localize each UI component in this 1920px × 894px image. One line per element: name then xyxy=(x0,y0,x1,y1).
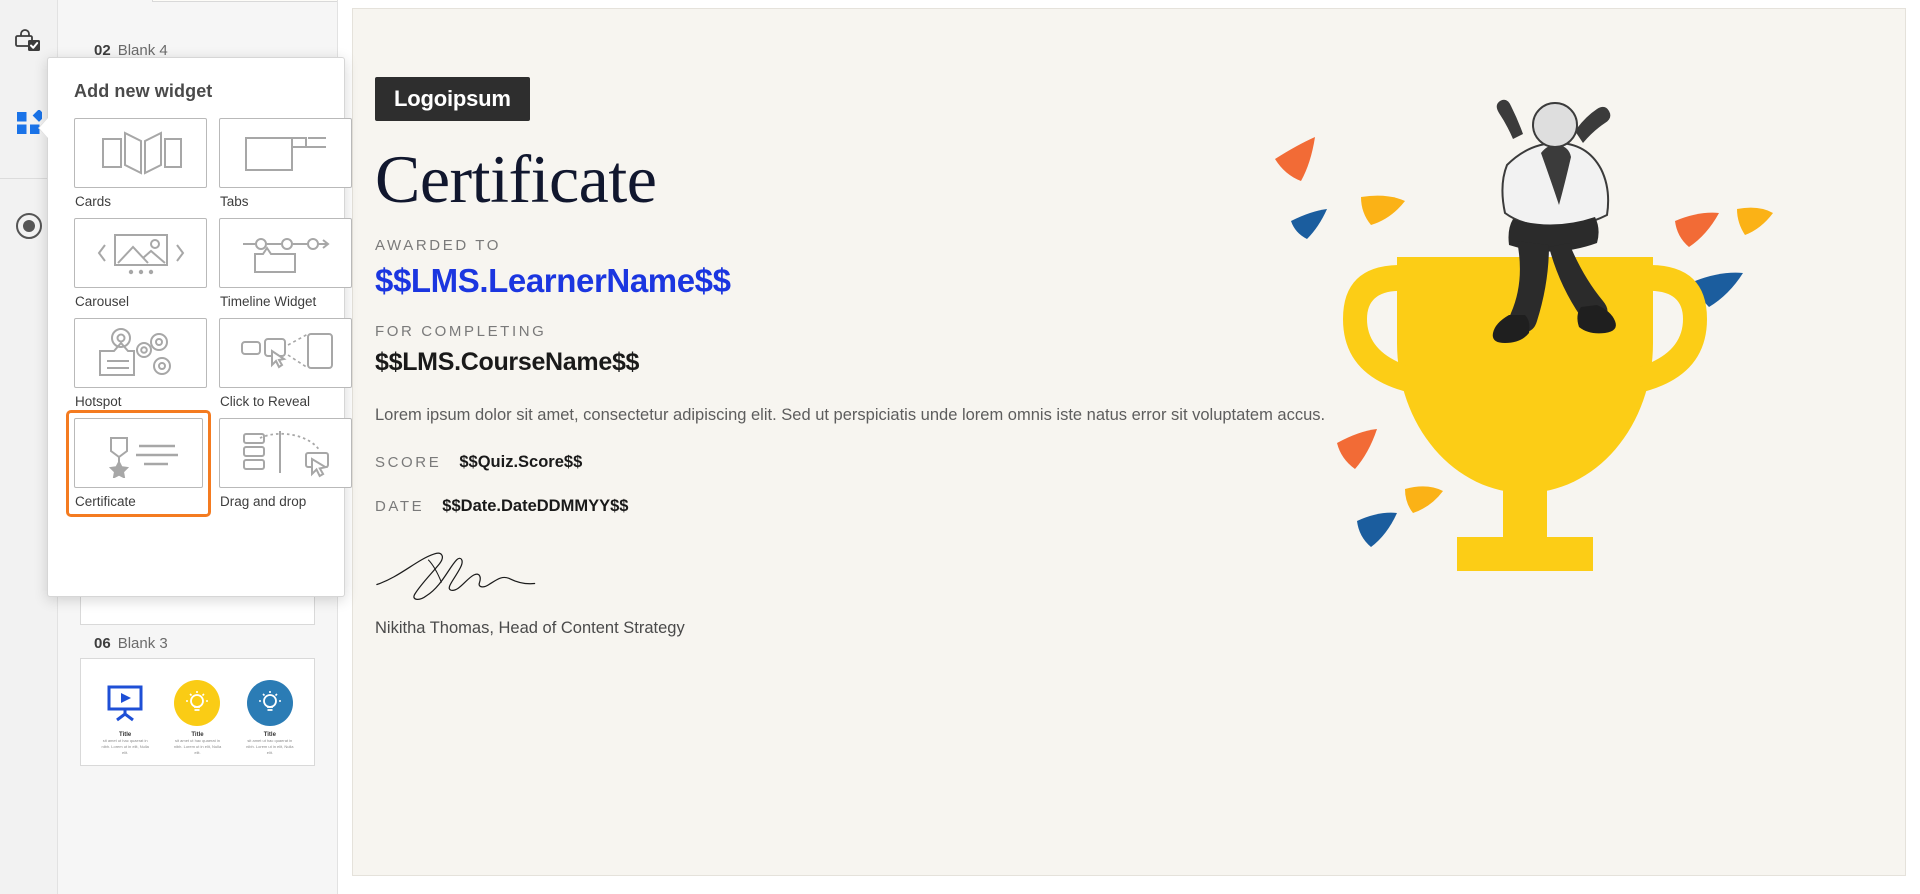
widget-label: Timeline Widget xyxy=(220,294,317,309)
slide-thumb-partial xyxy=(152,0,337,2)
slide-thumb-06[interactable]: Title sit amet ut hac quaerat in nibh. L… xyxy=(80,658,315,766)
slide-title: Blank 3 xyxy=(117,635,168,652)
widget-option-carousel[interactable]: Carousel xyxy=(74,218,207,311)
slide-partial-top xyxy=(58,0,337,12)
app-root: 02 Blank 4 06 Blank 3 Title sit amet ut … xyxy=(0,0,1920,894)
slide-number: 06 xyxy=(94,635,111,652)
add-widget-popover: Add new widget Cards Tabs Carousel Timel… xyxy=(38,57,352,597)
date-label: DATE xyxy=(375,498,425,516)
widget-option-hotspot[interactable]: Hotspot xyxy=(74,318,207,411)
slide-item-06[interactable]: 06 Blank 3 Title sit amet ut hac quaerat… xyxy=(58,627,337,766)
widget-option-timeline[interactable]: Timeline Widget xyxy=(219,218,352,311)
signature-image xyxy=(376,553,536,601)
certificate-description: Lorem ipsum dolor sit amet, consectetur … xyxy=(375,406,1326,425)
popover-title: Add new widget xyxy=(74,81,213,101)
thumb-card: Title sit amet ut hac quaerat in nibh. L… xyxy=(237,671,302,756)
widget-label: Certificate xyxy=(75,494,136,509)
widget-label: Drag and drop xyxy=(220,494,307,509)
cards-icon xyxy=(74,118,207,188)
slide-label-06: 06 Blank 3 xyxy=(80,627,315,658)
widget-label: Tabs xyxy=(220,194,249,209)
course-name-token[interactable]: $$LMS.CourseName$$ xyxy=(375,348,1885,377)
score-value-token[interactable]: $$Quiz.Score$$ xyxy=(459,453,582,472)
thumb-card-body: sit amet ut hac quaerat in nibh. Lorem u… xyxy=(173,738,222,755)
widget-option-drag-and-drop[interactable]: Drag and drop xyxy=(219,418,352,517)
thumb-card: Title sit amet ut hac quaerat in nibh. L… xyxy=(93,671,158,756)
logo-badge: Logoipsum xyxy=(375,77,530,121)
tabs-icon xyxy=(219,118,352,188)
presentation-play-icon xyxy=(93,677,157,729)
lightbulb-blue-icon xyxy=(238,677,302,729)
thumb-card-body: sit amet ut hac quaerat in nibh. Lorem u… xyxy=(101,738,149,755)
learner-name-token[interactable]: $$LMS.LearnerName$$ xyxy=(375,262,1885,300)
certificate-slide[interactable]: Logoipsum Certificate AWARDED TO $$LMS.L… xyxy=(352,8,1906,876)
for-completing-label: FOR COMPLETING xyxy=(375,323,547,341)
certificate-icon xyxy=(74,418,203,488)
carousel-icon xyxy=(74,218,207,288)
date-row: DATE $$Date.DateDDMMYY$$ xyxy=(375,497,1885,516)
hotspot-icon xyxy=(74,318,207,388)
widget-option-click-to-reveal[interactable]: Click to Reveal xyxy=(219,318,352,411)
widget-label: Click to Reveal xyxy=(220,394,311,409)
date-value-token[interactable]: $$Date.DateDDMMYY$$ xyxy=(442,497,628,516)
thumb-card: Title sit amet ut hac quaerat in nibh. L… xyxy=(165,671,230,756)
thumb-cards-row: Title sit amet ut hac quaerat in nibh. L… xyxy=(81,659,314,756)
certificate-heading: Certificate xyxy=(375,141,657,217)
widget-label: Carousel xyxy=(75,294,130,309)
signee-name: Nikitha Thomas, Head of Content Strategy xyxy=(375,619,685,638)
lightbulb-yellow-icon xyxy=(165,677,229,729)
score-row: SCORE $$Quiz.Score$$ xyxy=(375,453,1885,472)
awarded-to-label: AWARDED TO xyxy=(375,237,502,255)
widget-option-tabs[interactable]: Tabs xyxy=(219,118,352,211)
widget-label: Hotspot xyxy=(75,394,122,409)
canvas-area: Logoipsum Certificate AWARDED TO $$LMS.L… xyxy=(338,0,1920,894)
widget-grid: Cards Tabs Carousel Timeline Widget Hots… xyxy=(48,118,352,517)
thumb-card-body: sit amet ut hac quaerat in nibh. Lorem u… xyxy=(246,738,294,755)
drag-and-drop-icon xyxy=(219,418,352,488)
widget-label: Cards xyxy=(75,194,112,209)
timeline-icon xyxy=(219,218,352,288)
score-label: SCORE xyxy=(375,454,442,472)
certificate-body: Certificate AWARDED TO $$LMS.LearnerName… xyxy=(375,141,1885,638)
click-to-reveal-icon xyxy=(219,318,352,388)
widget-option-cards[interactable]: Cards xyxy=(74,118,207,211)
widget-option-certificate[interactable]: Certificate xyxy=(66,410,211,517)
